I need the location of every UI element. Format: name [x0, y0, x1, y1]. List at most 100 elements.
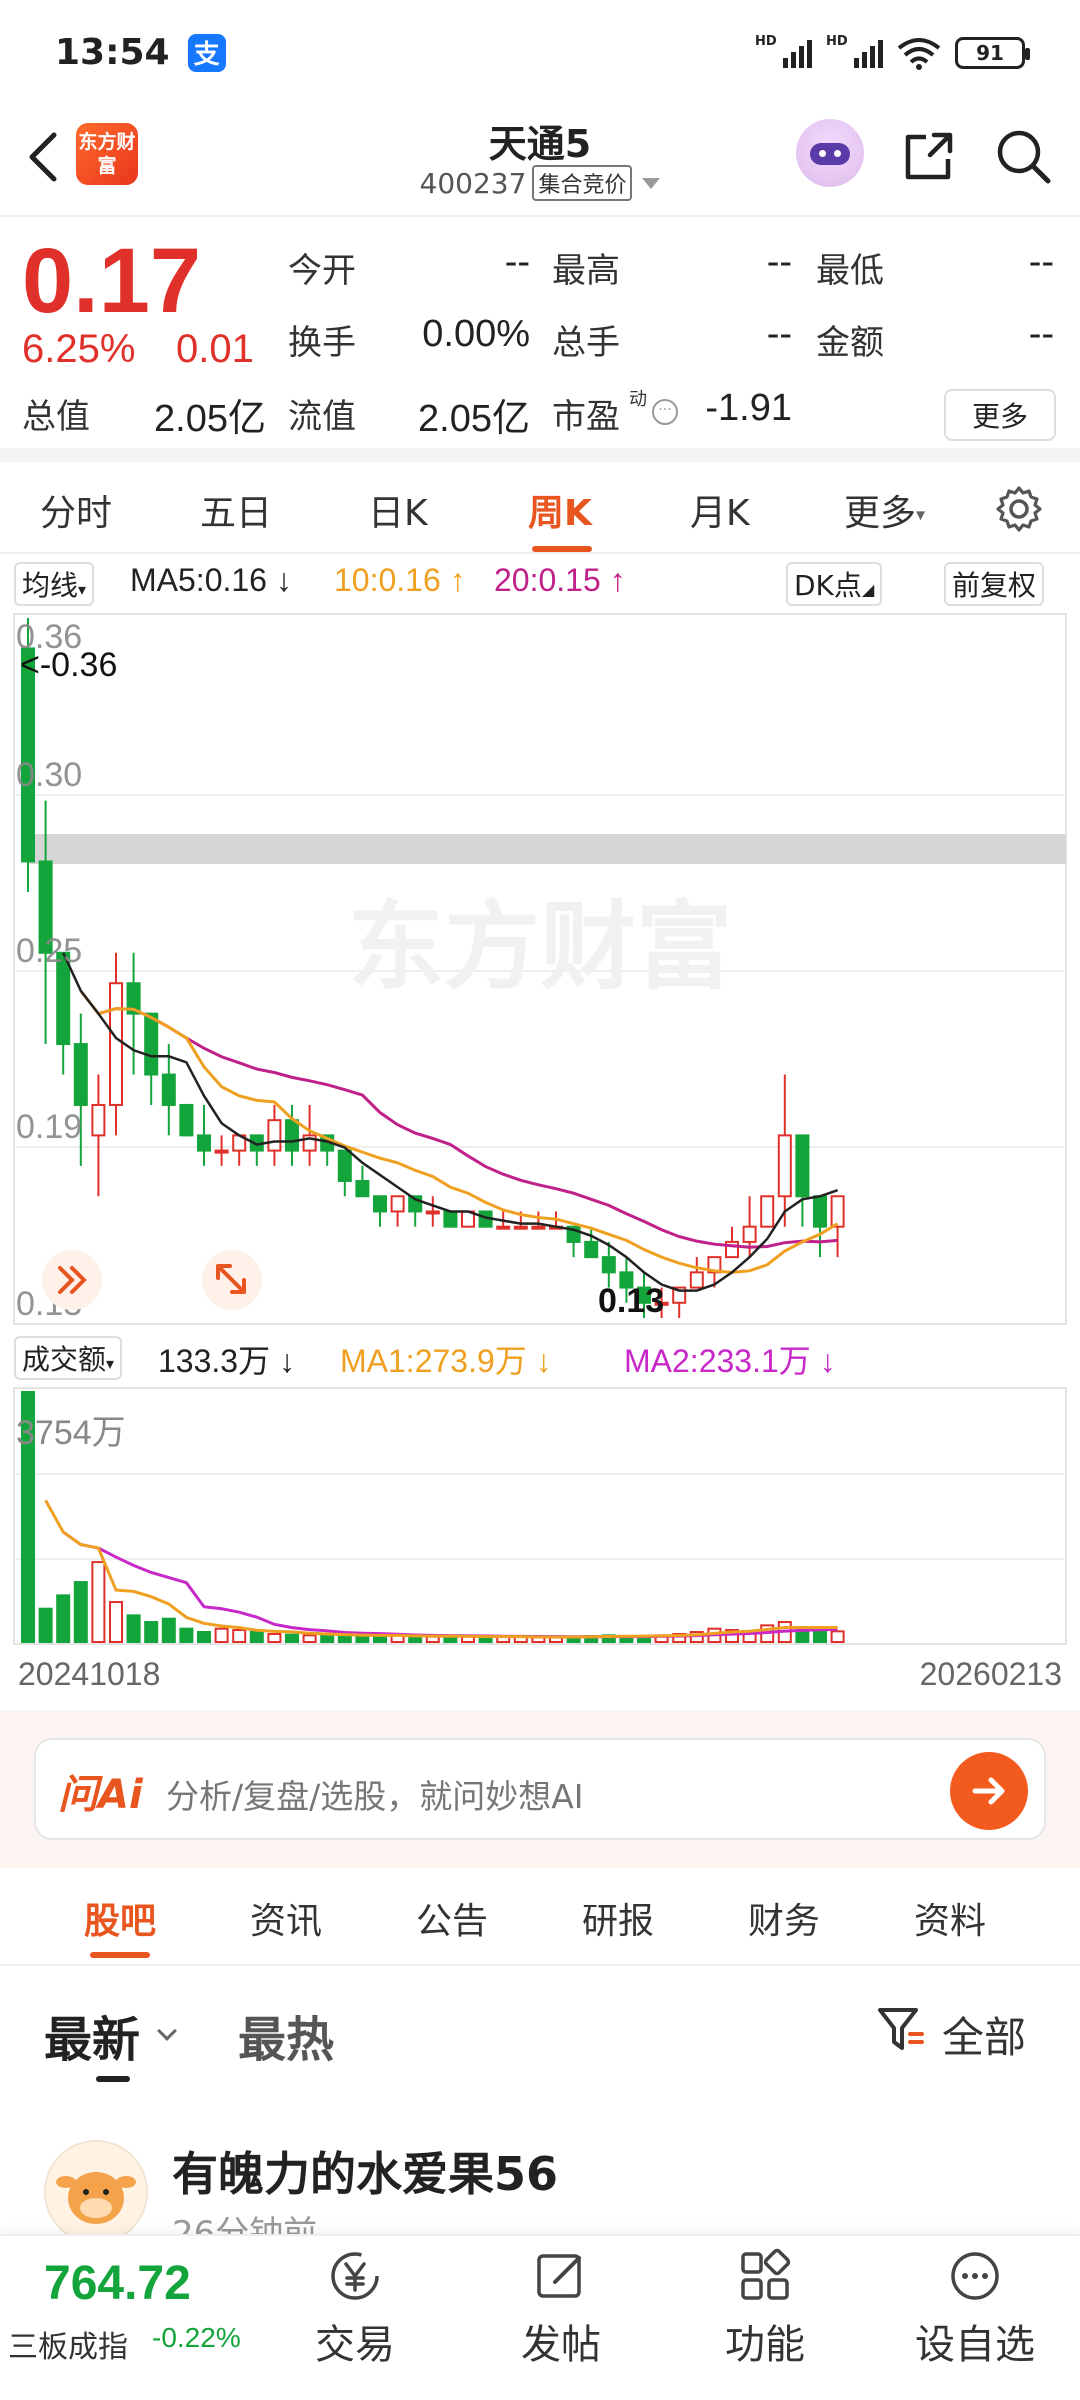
candle-body	[531, 1225, 546, 1230]
status-bar: 13:54 支 HD HD 91	[0, 0, 1080, 105]
sort-row: 最新 最热 全部	[0, 1966, 1080, 2086]
change-percent: 6.25%	[22, 327, 136, 371]
ai-robot-avatar[interactable]	[796, 119, 864, 187]
post-author[interactable]: 有魄力的水爱果56	[172, 2138, 558, 2204]
dk-point-selector[interactable]: DK点◢	[786, 562, 883, 606]
volume-bar	[214, 1627, 229, 1644]
sort-underline	[96, 2076, 130, 2082]
candle-body	[513, 1225, 528, 1230]
tab-weekly-k[interactable]: 周K	[528, 484, 592, 536]
content-tabs: 股吧 资讯 公告 研报 财务 资料	[0, 1868, 1080, 1966]
more-button[interactable]: 更多	[944, 389, 1056, 441]
more-dots-icon	[951, 2252, 999, 2300]
trading-phase-badge: 集合竞价	[532, 165, 633, 201]
tab-intraday[interactable]: 分时	[40, 484, 112, 536]
candle-body	[390, 1195, 405, 1213]
open-value: --	[504, 241, 530, 283]
candle-body	[214, 1149, 229, 1154]
candle-body	[144, 1012, 159, 1076]
nav-add-watchlist[interactable]: 设自选	[900, 2248, 1050, 2370]
volume-chart[interactable]: 3754万	[0, 1384, 1080, 1646]
stock-header: 东方财富 天通5 400237 集合竞价	[0, 105, 1080, 217]
share-icon[interactable]	[900, 129, 956, 185]
alipay-notification-icon: 支	[187, 33, 226, 72]
candle-body	[373, 1195, 387, 1213]
settings-gear-icon[interactable]	[994, 484, 1044, 534]
watermark: 东方财富	[348, 891, 732, 1003]
adjust-selector[interactable]: 前复权	[944, 562, 1045, 606]
ai-submit-button[interactable]	[950, 1752, 1028, 1830]
volume-indicator-selector[interactable]: 成交额▾	[14, 1336, 123, 1380]
tab-announcements[interactable]: 公告	[416, 1892, 488, 1944]
avatar[interactable]	[44, 2140, 148, 2244]
sort-hot[interactable]: 最热	[238, 2000, 334, 2070]
tab-research[interactable]: 研报	[582, 1892, 654, 1944]
volume-bar	[161, 1617, 176, 1643]
candle-body	[584, 1240, 599, 1259]
candle-body	[109, 982, 123, 1106]
status-icons: HD HD 91	[755, 34, 1030, 70]
post-item[interactable]: 有魄力的水爱果56 26分钟前	[0, 2110, 1080, 2254]
tab-daily-k[interactable]: 日K	[368, 484, 428, 536]
candlestick-chart[interactable]: 东方财富 0.36 0.30 0.25 0.19 0.13 <-0.36 0.1…	[0, 610, 1080, 1330]
volume-bar	[126, 1614, 141, 1643]
volume-bar	[91, 1561, 106, 1643]
pe-dynamic-sup: 动	[629, 389, 647, 410]
status-time: 13:54	[55, 32, 170, 73]
ai-logo: 问Ai	[58, 1772, 143, 1818]
volume-bar	[267, 1633, 282, 1644]
nav-trade[interactable]: 交易	[280, 2248, 430, 2370]
volume-bar	[73, 1581, 88, 1644]
volume-bar	[408, 1635, 423, 1643]
volume-legend-row: 成交额▾ 133.3万 ↓ MA1:273.9万 ↓ MA2:233.1万 ↓	[0, 1334, 1080, 1382]
functions-grid-icon	[741, 2248, 791, 2300]
float-value: 2.05亿	[418, 398, 530, 440]
volume-bar	[337, 1634, 352, 1644]
last-price: 0.17	[22, 230, 202, 332]
search-icon[interactable]	[994, 127, 1052, 185]
turnover-value: 0.00%	[422, 313, 530, 355]
filter-all[interactable]: 全部	[942, 2004, 1026, 2065]
signal-icon-2: HD	[826, 34, 883, 68]
index-name[interactable]: 三板成指	[8, 2322, 128, 2366]
ma5-value: MA5:0.16 ↓	[130, 562, 292, 598]
ai-search-box[interactable]: 问Ai 分析/复盘/选股，就问妙想AI	[34, 1738, 1046, 1840]
nav-post[interactable]: 发帖	[486, 2248, 636, 2370]
volume-bar	[232, 1629, 247, 1643]
tab-financials[interactable]: 财务	[748, 1892, 820, 1944]
axis-label-0.25: 0.25	[16, 932, 82, 970]
amount-label: 金额	[816, 323, 884, 363]
quote-panel: 0.17 6.25% 0.01 今开 -- 最高 -- 最低 -- 换手 0.0…	[0, 217, 1080, 462]
filter-icon[interactable]	[876, 2004, 926, 2054]
candle-body	[161, 1073, 176, 1106]
tab-guba[interactable]: 股吧	[84, 1892, 156, 1944]
tab-five-day[interactable]: 五日	[200, 484, 272, 536]
active-tab-underline	[90, 1952, 150, 1958]
battery-icon: 91	[955, 36, 1030, 69]
volume-bar	[249, 1631, 264, 1643]
info-dots-icon[interactable]: ···	[652, 399, 678, 425]
tab-profile[interactable]: 资料	[914, 1892, 986, 1944]
tab-more[interactable]: 更多▾	[844, 484, 925, 536]
expand-chart-icon[interactable]	[202, 1250, 262, 1310]
candle-body	[425, 1210, 440, 1215]
volume-label: 总手	[552, 323, 620, 363]
change-amount: 0.01	[176, 327, 254, 371]
nav-functions[interactable]: 功能	[690, 2248, 840, 2370]
turnover-label: 换手	[288, 323, 356, 363]
candle-body	[601, 1256, 616, 1274]
sort-latest[interactable]: 最新	[44, 2000, 140, 2070]
volume-bar	[830, 1630, 845, 1643]
indicator-selector[interactable]: 均线▾	[14, 562, 95, 606]
volume-ma2-line	[62, 1530, 838, 1639]
ma20-value: 20:0.15 ↑	[494, 562, 626, 598]
volume-ma1-line	[44, 1499, 838, 1639]
candle-body	[267, 1119, 282, 1152]
pressure-band	[30, 834, 1066, 864]
volume-bar	[109, 1601, 123, 1643]
index-change: -0.22%	[152, 2322, 241, 2353]
scroll-left-icon[interactable]	[42, 1250, 102, 1310]
tab-monthly-k[interactable]: 月K	[690, 484, 750, 536]
tab-news[interactable]: 资讯	[250, 1892, 322, 1944]
index-value[interactable]: 764.72	[44, 2256, 191, 2311]
